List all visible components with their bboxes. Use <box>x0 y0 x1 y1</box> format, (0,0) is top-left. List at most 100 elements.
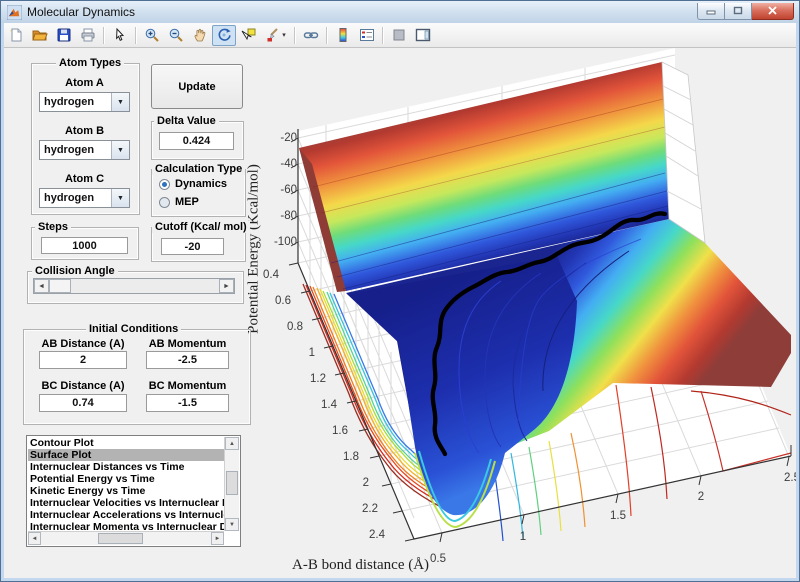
x-axis-label: A-B bond distance (Å) <box>292 557 429 574</box>
pan-button[interactable] <box>188 25 212 46</box>
list-item[interactable]: Internuclear Accelerations vs Internucle… <box>28 509 224 521</box>
x-tick-label: 0.5 <box>430 553 446 565</box>
hide-plot-tools-button[interactable] <box>387 25 411 46</box>
scroll-right-arrow[interactable]: ► <box>211 532 224 545</box>
figure-toolbar: ▾ <box>1 23 799 48</box>
cutoff-field[interactable] <box>161 238 224 255</box>
matlab-icon <box>7 5 22 20</box>
rotate-3d-button[interactable] <box>212 25 236 46</box>
window-title: Molecular Dynamics <box>27 5 135 19</box>
horizontal-scrollbar[interactable]: ◄ ► <box>28 531 224 545</box>
z-tick-label: -20 <box>280 132 297 144</box>
radio-selected-icon[interactable] <box>159 179 170 190</box>
bc-distance-field[interactable] <box>39 394 127 412</box>
delta-value-field[interactable] <box>159 132 234 150</box>
delta-value-title: Delta Value <box>154 115 219 127</box>
zoom-out-button[interactable] <box>164 25 188 46</box>
window-frame <box>796 23 799 581</box>
new-figure-button[interactable] <box>4 25 28 46</box>
toolbar-separator <box>103 27 105 44</box>
insert-colorbar-button[interactable] <box>331 25 355 46</box>
chevron-down-icon[interactable]: ▼ <box>111 189 129 207</box>
bc-distance-label: BC Distance (A) <box>39 380 127 392</box>
y-tick-label: 1.6 <box>332 425 348 437</box>
update-button[interactable]: Update <box>151 64 243 109</box>
rotate-3d-icon <box>216 27 232 43</box>
insert-legend-icon <box>359 27 375 43</box>
brush-data-button[interactable]: ▾ <box>260 25 291 46</box>
atom-a-dropdown[interactable]: hydrogen ▼ <box>39 92 130 112</box>
slider-left-arrow[interactable]: ◄ <box>34 279 49 293</box>
slider-right-arrow[interactable]: ► <box>219 279 234 293</box>
data-cursor-icon <box>240 27 256 43</box>
scroll-up-arrow[interactable]: ▲ <box>225 437 239 450</box>
scroll-left-arrow[interactable]: ◄ <box>28 532 41 545</box>
y-tick-label: 1 <box>309 347 315 359</box>
dynamics-radio-label: Dynamics <box>175 178 227 190</box>
y-tick-label: 2.2 <box>362 503 378 515</box>
list-item[interactable]: Contour Plot <box>28 437 224 449</box>
show-plot-tools-icon <box>415 27 431 43</box>
slider-track[interactable] <box>71 279 219 293</box>
open-file-button[interactable] <box>28 25 52 46</box>
y-tick-label: 0.6 <box>275 295 291 307</box>
maximize-button[interactable] <box>725 3 752 20</box>
initial-conditions-title: Initial Conditions <box>86 323 181 335</box>
save-figure-button[interactable] <box>52 25 76 46</box>
list-item[interactable]: Internuclear Momenta vs Internuclear Dis… <box>28 521 224 531</box>
collision-angle-slider[interactable]: ◄ ► <box>33 278 235 294</box>
atom-c-dropdown[interactable]: hydrogen ▼ <box>39 188 130 208</box>
toolbar-separator <box>326 27 328 44</box>
scrollbar-thumb[interactable] <box>98 533 143 544</box>
insert-legend-button[interactable] <box>355 25 379 46</box>
title-bar[interactable]: Molecular Dynamics <box>1 1 799 24</box>
atom-b-label: Atom B <box>31 125 138 137</box>
list-item[interactable]: Potential Energy vs Time <box>28 473 224 485</box>
window-frame <box>1 578 799 581</box>
zoom-in-button[interactable] <box>140 25 164 46</box>
atom-b-value: hydrogen <box>40 144 111 156</box>
steps-field[interactable] <box>41 237 128 254</box>
vertical-scrollbar[interactable]: ▲ ▼ <box>224 437 239 531</box>
y-tick-label: 0.8 <box>287 321 303 333</box>
print-figure-button[interactable] <box>76 25 100 46</box>
window-frame <box>1 23 4 581</box>
scrollbar-thumb[interactable] <box>226 471 238 495</box>
ab-momentum-label: AB Momentum <box>146 338 229 350</box>
plot-listbox-items: Contour PlotSurface PlotInternuclear Dis… <box>28 437 224 531</box>
z-tick-label: -40 <box>280 158 297 170</box>
zoom-out-icon <box>168 27 184 43</box>
steps-title: Steps <box>35 221 71 233</box>
slider-thumb[interactable] <box>49 279 71 293</box>
data-cursor-button[interactable] <box>236 25 260 46</box>
radio-unselected-icon[interactable] <box>159 197 170 208</box>
list-item[interactable]: Kinetic Energy vs Time <box>28 485 224 497</box>
mep-radio-label: MEP <box>175 196 199 208</box>
ab-momentum-field[interactable] <box>146 351 229 369</box>
plot-type-listbox[interactable]: Contour PlotSurface PlotInternuclear Dis… <box>26 435 241 547</box>
new-figure-icon <box>8 27 24 43</box>
show-plot-tools-button[interactable] <box>411 25 435 46</box>
brush-dropdown-caret[interactable]: ▾ <box>282 31 286 39</box>
mep-radio[interactable]: MEP <box>159 196 199 208</box>
list-item[interactable]: Internuclear Velocities vs Internuclear … <box>28 497 224 509</box>
toolbar-separator <box>382 27 384 44</box>
atom-b-dropdown[interactable]: hydrogen ▼ <box>39 140 130 160</box>
close-button[interactable] <box>752 3 794 20</box>
chevron-down-icon[interactable]: ▼ <box>111 141 129 159</box>
bc-momentum-label: BC Momentum <box>146 380 229 392</box>
hide-plot-tools-icon <box>391 27 407 43</box>
list-item[interactable]: Surface Plot <box>28 449 224 461</box>
minimize-button[interactable] <box>697 3 725 20</box>
link-plot-button[interactable] <box>299 25 323 46</box>
y-tick-label: 1.8 <box>343 451 359 463</box>
y-tick-label: 2.4 <box>369 529 385 541</box>
dynamics-radio[interactable]: Dynamics <box>159 178 227 190</box>
chevron-down-icon[interactable]: ▼ <box>111 93 129 111</box>
ab-distance-field[interactable] <box>39 351 127 369</box>
list-item[interactable]: Internuclear Distances vs Time <box>28 461 224 473</box>
scroll-down-arrow[interactable]: ▼ <box>225 518 239 531</box>
atom-c-label: Atom C <box>31 173 138 185</box>
edit-plot-button[interactable] <box>108 25 132 46</box>
bc-momentum-field[interactable] <box>146 394 229 412</box>
